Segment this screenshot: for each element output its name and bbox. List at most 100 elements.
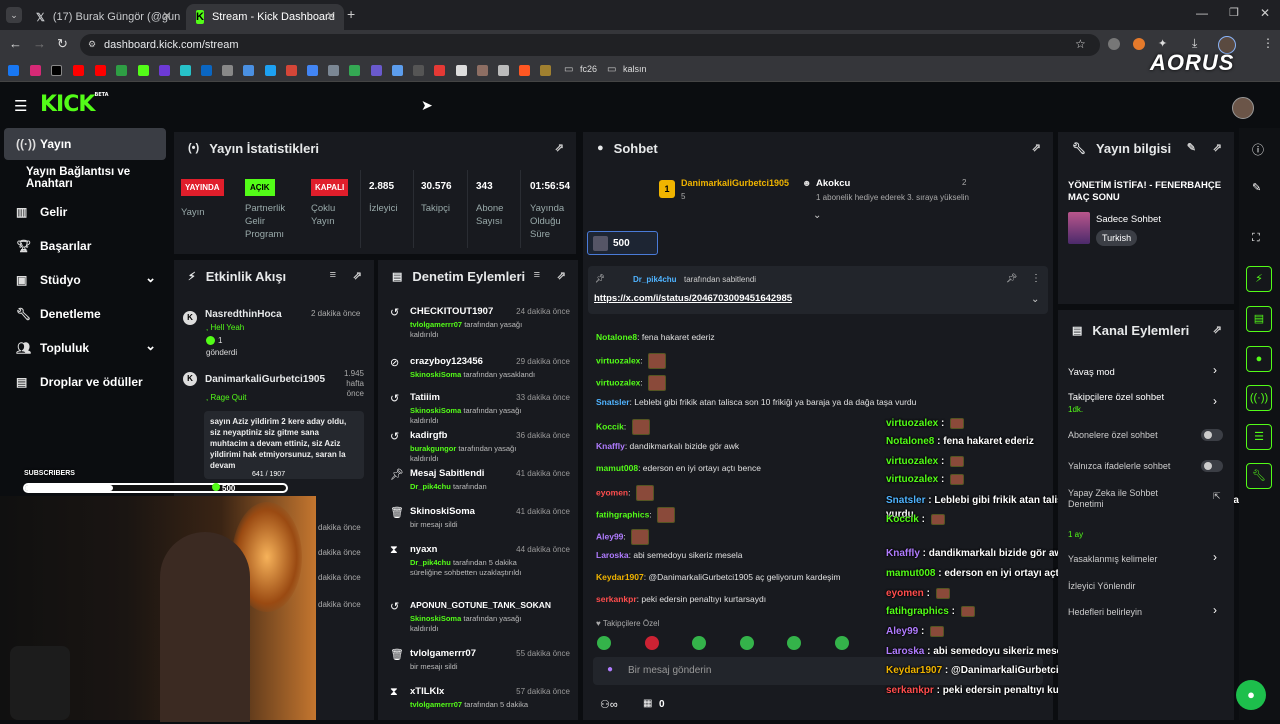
moderation-row[interactable]: ↺ CHECKITOUT1907 24 dakika önce tvlolgamerr… — [378, 306, 578, 344]
leaf-icon[interactable] — [116, 65, 127, 76]
emote-only-toggle[interactable] — [1201, 460, 1223, 472]
sub-only-toggle[interactable] — [1201, 429, 1223, 441]
back-icon[interactable]: ← — [9, 36, 22, 51]
popout-icon[interactable]: ⇗ — [557, 269, 566, 282]
youtube-icon[interactable] — [95, 65, 106, 76]
popout-icon[interactable]: ⇗ — [555, 141, 564, 154]
chat-username[interactable]: serkankpr — [596, 594, 637, 604]
close-window-icon[interactable]: ✕ — [1260, 6, 1270, 20]
url-field[interactable]: dashboard.kick.com/stream — [80, 34, 1100, 56]
x-icon[interactable] — [51, 65, 62, 76]
action-banned-words[interactable]: Yasaklanmış kelimeler — [1068, 554, 1157, 564]
tab-twitter[interactable]: 𝕏 (17) Burak Güngör (@gungorb ✕ — [26, 4, 180, 30]
sidebar-item-denetleme[interactable]: 🔧︎ Denetleme — [4, 298, 166, 330]
menu-icon[interactable]: ⋮ — [1262, 36, 1274, 50]
bookmark-icon[interactable] — [498, 65, 509, 76]
bookmark-icon[interactable] — [243, 65, 254, 76]
chat-message[interactable]: Laroska: abi semedoyu sikeriz mesela — [596, 550, 742, 560]
chat-message[interactable]: serkankpr: peki edersin penaltıyı kurtar… — [596, 594, 766, 604]
chevron-right-icon[interactable]: › — [1213, 363, 1217, 377]
sidebar-item-topluluk[interactable]: 👥︎ Topluluk ⌄ — [4, 332, 166, 364]
hamburger-menu-icon[interactable]: ☰ — [14, 97, 27, 115]
chat-message[interactable]: eyomen: — [596, 485, 654, 501]
emote-icon[interactable] — [835, 636, 849, 650]
chat-message[interactable]: Knaffly: dandikmarkalı bizide gör awk — [596, 441, 739, 451]
popout-icon[interactable]: ⇗ — [1213, 141, 1222, 154]
chat-message[interactable]: virtuozalex: — [596, 353, 667, 369]
users-icon[interactable]: ⚇∞ — [600, 698, 618, 711]
twitch-icon[interactable] — [159, 65, 170, 76]
bookmark-icon[interactable] — [180, 65, 191, 76]
edit-pencil-icon[interactable]: ✎ — [1187, 141, 1196, 154]
emote-icon[interactable] — [692, 636, 706, 650]
chat-username[interactable]: Knaffly — [596, 441, 625, 451]
chevron-right-icon[interactable]: › — [1213, 550, 1217, 564]
chat-message[interactable]: Notalone8: fena hakaret ederiz — [596, 332, 715, 342]
linkedin-icon[interactable] — [201, 65, 212, 76]
moderation-row[interactable]: ↺ APONUN_GOTUNE_TANK_SOKAN SkinoskiSoma ta… — [378, 600, 578, 638]
action-raid[interactable]: İzleyici Yönlendir — [1068, 581, 1135, 591]
edit-icon[interactable]: ✎ — [1252, 181, 1261, 194]
moderation-row[interactable]: ↺ kadirgfb 36 dakika önce burakgungor taraf… — [378, 430, 578, 468]
close-tab-icon[interactable]: ✕ — [162, 9, 172, 23]
action-goals[interactable]: Hedefleri belirleyin — [1068, 607, 1142, 617]
info-icon[interactable]: ⓘ — [1252, 141, 1264, 158]
emote-icon[interactable] — [787, 636, 801, 650]
moderation-row[interactable]: ⧗ xTILKIx 57 dakika önce tvlolgamerrr07 tar… — [378, 686, 578, 724]
youtube-icon[interactable] — [73, 65, 84, 76]
popout-icon[interactable]: ⇗ — [353, 269, 362, 282]
leader-name[interactable]: Akokcu — [816, 178, 850, 189]
chevron-right-icon[interactable]: › — [1213, 394, 1217, 408]
more-options-icon[interactable]: ⋮ — [1031, 273, 1041, 284]
restore-icon[interactable]: ❐ — [1229, 6, 1239, 19]
chat-username[interactable]: eyomen — [596, 487, 628, 497]
filter-icon[interactable]: ≡ — [330, 269, 336, 281]
bookmark-folder-kalsin[interactable]: kalsın — [623, 64, 647, 74]
gmail-icon[interactable] — [286, 65, 297, 76]
collapse-arrow-icon[interactable]: ⌄ — [813, 210, 821, 221]
chat-username[interactable]: Laroska — [596, 550, 629, 560]
layout-rail-icon[interactable]: ☰ — [1246, 424, 1272, 450]
emote-icon[interactable] — [740, 636, 754, 650]
bookmark-icon[interactable] — [392, 65, 403, 76]
site-info-icon[interactable]: ⚙ — [88, 39, 96, 50]
chat-message[interactable]: Koccik: — [596, 419, 650, 435]
kick-icon[interactable] — [138, 65, 149, 76]
category-name[interactable]: Sadece Sohbet — [1096, 214, 1161, 225]
kick-logo[interactable]: KICKBETA — [40, 92, 109, 117]
bookmark-icon[interactable] — [434, 65, 445, 76]
moderation-row[interactable]: 📌︎ Mesaj Sabitlendi 41 dakika önce Dr_pik4c… — [378, 468, 578, 506]
pinned-link[interactable]: https://x.com/i/status/20467030094516429… — [594, 293, 792, 304]
chat-username[interactable]: mamut008 — [596, 463, 638, 473]
download-icon[interactable]: ⤓ — [1192, 36, 1197, 51]
moderation-row[interactable]: ⧗ nyaxn 44 dakika önce Dr_pik4chu tarafında… — [378, 544, 578, 582]
bookmark-icon[interactable] — [456, 65, 467, 76]
forward-icon[interactable]: → — [33, 36, 46, 51]
folder-icon[interactable]: ▭ — [607, 64, 616, 75]
action-slow-mode[interactable]: Yavaş mod — [1068, 367, 1115, 378]
chat-username[interactable]: virtuozalex — [596, 355, 640, 365]
sidebar-item-basarilar[interactable]: 🏆︎ Başarılar — [4, 230, 166, 262]
moderation-row[interactable]: 🗑︎ tvlolgamerrr07 55 dakika önce bir mesaj… — [378, 648, 578, 686]
sub-goal-chip[interactable]: 500 — [587, 231, 658, 255]
bookmark-icon[interactable] — [328, 65, 339, 76]
bookmark-icon[interactable] — [371, 65, 382, 76]
popout-icon[interactable]: ⇗ — [1213, 323, 1222, 336]
screenshot-icon[interactable]: ⛶ — [1252, 232, 1260, 245]
chat-username[interactable]: virtuozalex — [596, 377, 640, 387]
bookmark-icon[interactable] — [477, 65, 488, 76]
extension-icon[interactable] — [1133, 38, 1145, 50]
microphone-icon[interactable]: ● — [607, 664, 613, 675]
tab-kick-dashboard[interactable]: K Stream - Kick Dashboard ✕ — [186, 4, 344, 30]
facebook-icon[interactable] — [8, 65, 19, 76]
bookmark-icon[interactable] — [519, 65, 530, 76]
close-tab-icon[interactable]: ✕ — [326, 9, 336, 23]
emote-icon[interactable] — [645, 636, 659, 650]
chat-username[interactable]: fatihgraphics — [596, 509, 649, 519]
wrench-rail-icon[interactable]: 🔧︎ — [1246, 463, 1272, 489]
chat-message[interactable]: mamut008: ederson en iyi ortayı açtı ben… — [596, 463, 761, 473]
external-link-icon[interactable]: ⇱ — [1213, 491, 1221, 502]
extension-icon[interactable] — [1108, 38, 1120, 50]
broadcast-rail-icon[interactable]: ((·)) — [1246, 385, 1272, 411]
sidebar-item-stream-key[interactable]: Yayın Bağlantısı ve Anahtarı — [4, 162, 166, 194]
